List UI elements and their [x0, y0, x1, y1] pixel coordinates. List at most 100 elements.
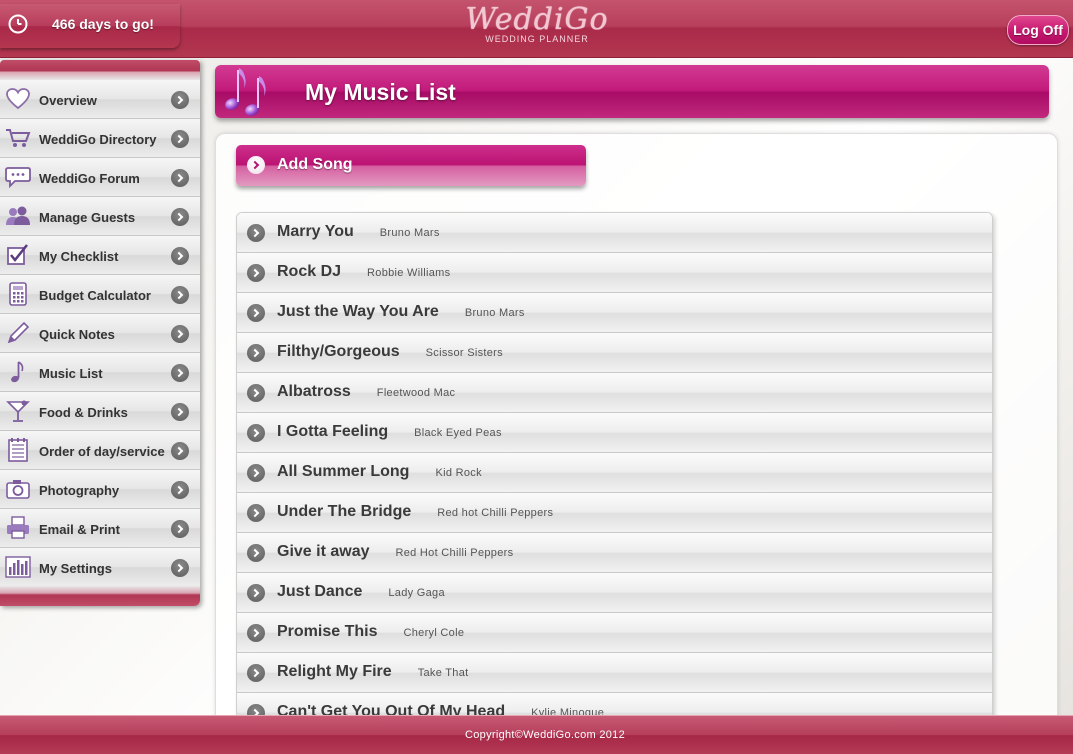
song-artist: Kid Rock — [435, 467, 482, 479]
song-artist: Red hot Chilli Peppers — [437, 507, 554, 519]
song-title-line: Filthy/Gorgeous Scissor Sisters — [277, 343, 503, 361]
chevron-right-icon — [247, 664, 265, 682]
song-title: Filthy/Gorgeous — [277, 343, 400, 360]
chevron-right-icon — [247, 544, 265, 562]
sidebar-item-email-print[interactable]: Email & Print — [0, 509, 200, 548]
song-title: Give it away — [277, 543, 370, 560]
chevron-right-icon — [171, 286, 189, 304]
weddigo-logo[interactable]: WeddiGo WEDDING PLANNER — [462, 4, 612, 52]
cocktail-icon — [5, 399, 31, 423]
footer: Copyright©WeddiGo.com 2012 — [0, 715, 1073, 754]
sidebar-item-label: Overview — [39, 93, 97, 108]
checkbox-icon — [5, 243, 31, 267]
song-artist: Red Hot Chilli Peppers — [395, 547, 514, 559]
song-row[interactable]: Promise This Cheryl Cole — [237, 613, 992, 653]
chevron-right-icon — [171, 208, 189, 226]
page-header: My Music List — [215, 65, 1049, 118]
song-artist: Bruno Mars — [464, 307, 525, 319]
song-row[interactable]: Albatross Fleetwood Mac — [237, 373, 992, 413]
chevron-right-icon — [171, 169, 189, 187]
cart-icon — [5, 126, 31, 150]
song-artist: Robbie Williams — [367, 267, 451, 279]
song-title: Albatross — [277, 383, 351, 400]
wedding-countdown: 466 days to go! — [0, 4, 180, 48]
speech-bubble-icon — [5, 165, 31, 189]
log-off-button[interactable]: Log Off — [1007, 15, 1069, 45]
song-artist: Scissor Sisters — [425, 347, 503, 359]
bar-chart-icon — [5, 555, 31, 579]
song-row[interactable]: I Gotta Feeling Black Eyed Peas — [237, 413, 992, 453]
sidebar-item-label: My Settings — [39, 561, 112, 576]
song-row[interactable]: Just the Way You Are Bruno Mars — [237, 293, 992, 333]
chevron-right-icon — [247, 584, 265, 602]
chevron-right-icon — [171, 442, 189, 460]
sidebar-item-overview[interactable]: Overview — [0, 80, 200, 119]
sidebar-item-music-list[interactable]: Music List — [0, 353, 200, 392]
calculator-icon — [5, 282, 31, 306]
song-title-line: Just Dance Lady Gaga — [277, 583, 445, 601]
song-row[interactable]: Filthy/Gorgeous Scissor Sisters — [237, 333, 992, 373]
sidebar-item-my-settings[interactable]: My Settings — [0, 548, 200, 587]
song-row[interactable]: Give it away Red Hot Chilli Peppers — [237, 533, 992, 573]
song-title: Rock DJ — [277, 263, 342, 280]
sidebar-item-order-of-day-service[interactable]: Order of day/service — [0, 431, 200, 470]
song-row[interactable]: Rock DJ Robbie Williams — [237, 253, 992, 293]
chevron-right-icon — [247, 384, 265, 402]
sidebar-item-weddigo-forum[interactable]: WeddiGo Forum — [0, 158, 200, 197]
song-row[interactable]: Relight My Fire Take That — [237, 653, 992, 693]
sidebar-item-label: Music List — [39, 366, 103, 381]
sidebar-item-label: Food & Drinks — [39, 405, 128, 420]
pencil-icon — [5, 321, 31, 345]
song-title-line: All Summer Long Kid Rock — [277, 463, 482, 481]
chevron-right-icon — [247, 304, 265, 322]
song-title-line: Under The Bridge Red hot Chilli Peppers — [277, 503, 553, 521]
song-row[interactable]: Under The Bridge Red hot Chilli Peppers — [237, 493, 992, 533]
chevron-right-icon — [247, 424, 265, 442]
page-title: My Music List — [305, 79, 456, 105]
song-title: Promise This — [277, 623, 378, 640]
chevron-right-icon — [247, 264, 265, 282]
song-title-line: Promise This Cheryl Cole — [277, 623, 464, 641]
song-row[interactable]: Just Dance Lady Gaga — [237, 573, 992, 613]
camera-icon — [5, 477, 31, 501]
sidebar-item-budget-calculator[interactable]: Budget Calculator — [0, 275, 200, 314]
sidebar-item-manage-guests[interactable]: Manage Guests — [0, 197, 200, 236]
chevron-right-icon — [171, 403, 189, 421]
sidebar-item-label: Budget Calculator — [39, 288, 151, 303]
song-artist: Lady Gaga — [388, 587, 445, 599]
chevron-right-icon — [171, 559, 189, 577]
song-artist: Bruno Mars — [379, 227, 440, 239]
logo-wordmark: WeddiGo — [465, 2, 609, 37]
sidebar-item-photography[interactable]: Photography — [0, 470, 200, 509]
chevron-right-icon — [171, 130, 189, 148]
add-song-button[interactable]: Add Song — [236, 145, 586, 186]
sidebar-bottom-cap — [0, 586, 200, 606]
sidebar-item-quick-notes[interactable]: Quick Notes — [0, 314, 200, 353]
song-artist: Black Eyed Peas — [414, 427, 502, 439]
clock-icon — [8, 14, 28, 34]
sidebar-item-weddigo-directory[interactable]: WeddiGo Directory — [0, 119, 200, 158]
chevron-right-icon — [247, 344, 265, 362]
sidebar-item-label: Order of day/service — [39, 444, 165, 459]
chevron-right-icon — [171, 325, 189, 343]
notepad-icon — [5, 438, 31, 462]
song-row[interactable]: Marry You Bruno Mars — [237, 213, 992, 253]
song-artist: Fleetwood Mac — [376, 387, 456, 399]
chevron-right-icon — [247, 624, 265, 642]
sidebar-item-label: Photography — [39, 483, 120, 498]
music-notes-icon — [220, 66, 278, 118]
song-artist: Take That — [417, 667, 469, 679]
sidebar-item-label: WeddiGo Forum — [39, 171, 140, 186]
sidebar-item-label: Manage Guests — [39, 210, 136, 225]
sidebar-item-my-checklist[interactable]: My Checklist — [0, 236, 200, 275]
song-row[interactable]: All Summer Long Kid Rock — [237, 453, 992, 493]
printer-icon — [5, 516, 31, 540]
song-title-line: Marry You Bruno Mars — [277, 223, 440, 241]
chevron-right-icon — [247, 224, 265, 242]
song-title: Just the Way You Are — [277, 303, 439, 320]
sidebar-item-label: WeddiGo Directory — [39, 132, 157, 147]
content-panel: Add Song Marry You Bruno Mars Rock DJ Robbi… — [215, 133, 1058, 733]
song-artist: Cheryl Cole — [403, 627, 465, 639]
sidebar-nav: Overview WeddiGo Directory WeddiGo Forum Ma… — [0, 60, 200, 606]
sidebar-item-food-drinks[interactable]: Food & Drinks — [0, 392, 200, 431]
